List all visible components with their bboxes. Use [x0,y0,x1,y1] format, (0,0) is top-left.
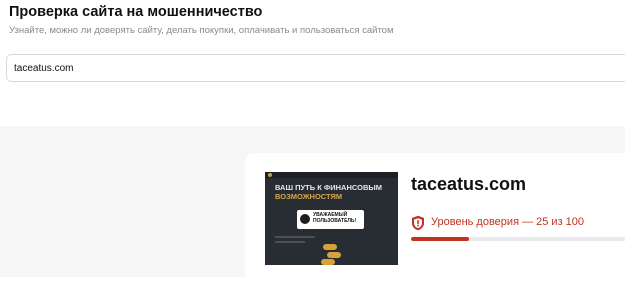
search-input[interactable] [14,55,614,81]
site-screenshot: ВАШ ПУТЬ К ФИНАНСОВЫМ ВОЗМОЖНОСТЯМ УВАЖА… [265,172,398,265]
page-title: Проверка сайта на мошенничество [9,4,263,20]
screenshot-coin [321,259,335,265]
screenshot-navbar [265,172,398,178]
shield-warning-icon [412,215,424,231]
screenshot-coin [327,252,341,258]
result-domain: taceatus.com [411,174,527,194]
screenshot-popup-icon [300,214,310,224]
screenshot-heading-line1: ВАШ ПУТЬ К ФИНАНСОВЫМ [275,183,382,192]
screenshot-coin [323,244,337,250]
screenshot-popup-text: УВАЖАЕМЫЙ ПОЛЬЗОВАТЕЛЬ! [313,212,357,224]
trust-progress-fill [411,237,469,241]
screenshot-heading: ВАШ ПУТЬ К ФИНАНСОВЫМ ВОЗМОЖНОСТЯМ [275,183,393,201]
trust-progress-bar [411,237,625,241]
screenshot-text-line [275,241,305,243]
page-subtitle: Узнайте, можно ли доверять сайту, делать… [9,25,394,36]
screenshot-popup: УВАЖАЕМЫЙ ПОЛЬЗОВАТЕЛЬ! [297,210,364,229]
search-box[interactable] [6,54,625,82]
screenshot-heading-line2: ВОЗМОЖНОСТЯМ [275,192,343,201]
trust-label: Уровень доверия — 25 из 100 [431,216,585,228]
screenshot-text-line [275,236,315,238]
header-section: Проверка сайта на мошенничество Узнайте,… [0,0,625,126]
screenshot-logo [268,173,272,177]
